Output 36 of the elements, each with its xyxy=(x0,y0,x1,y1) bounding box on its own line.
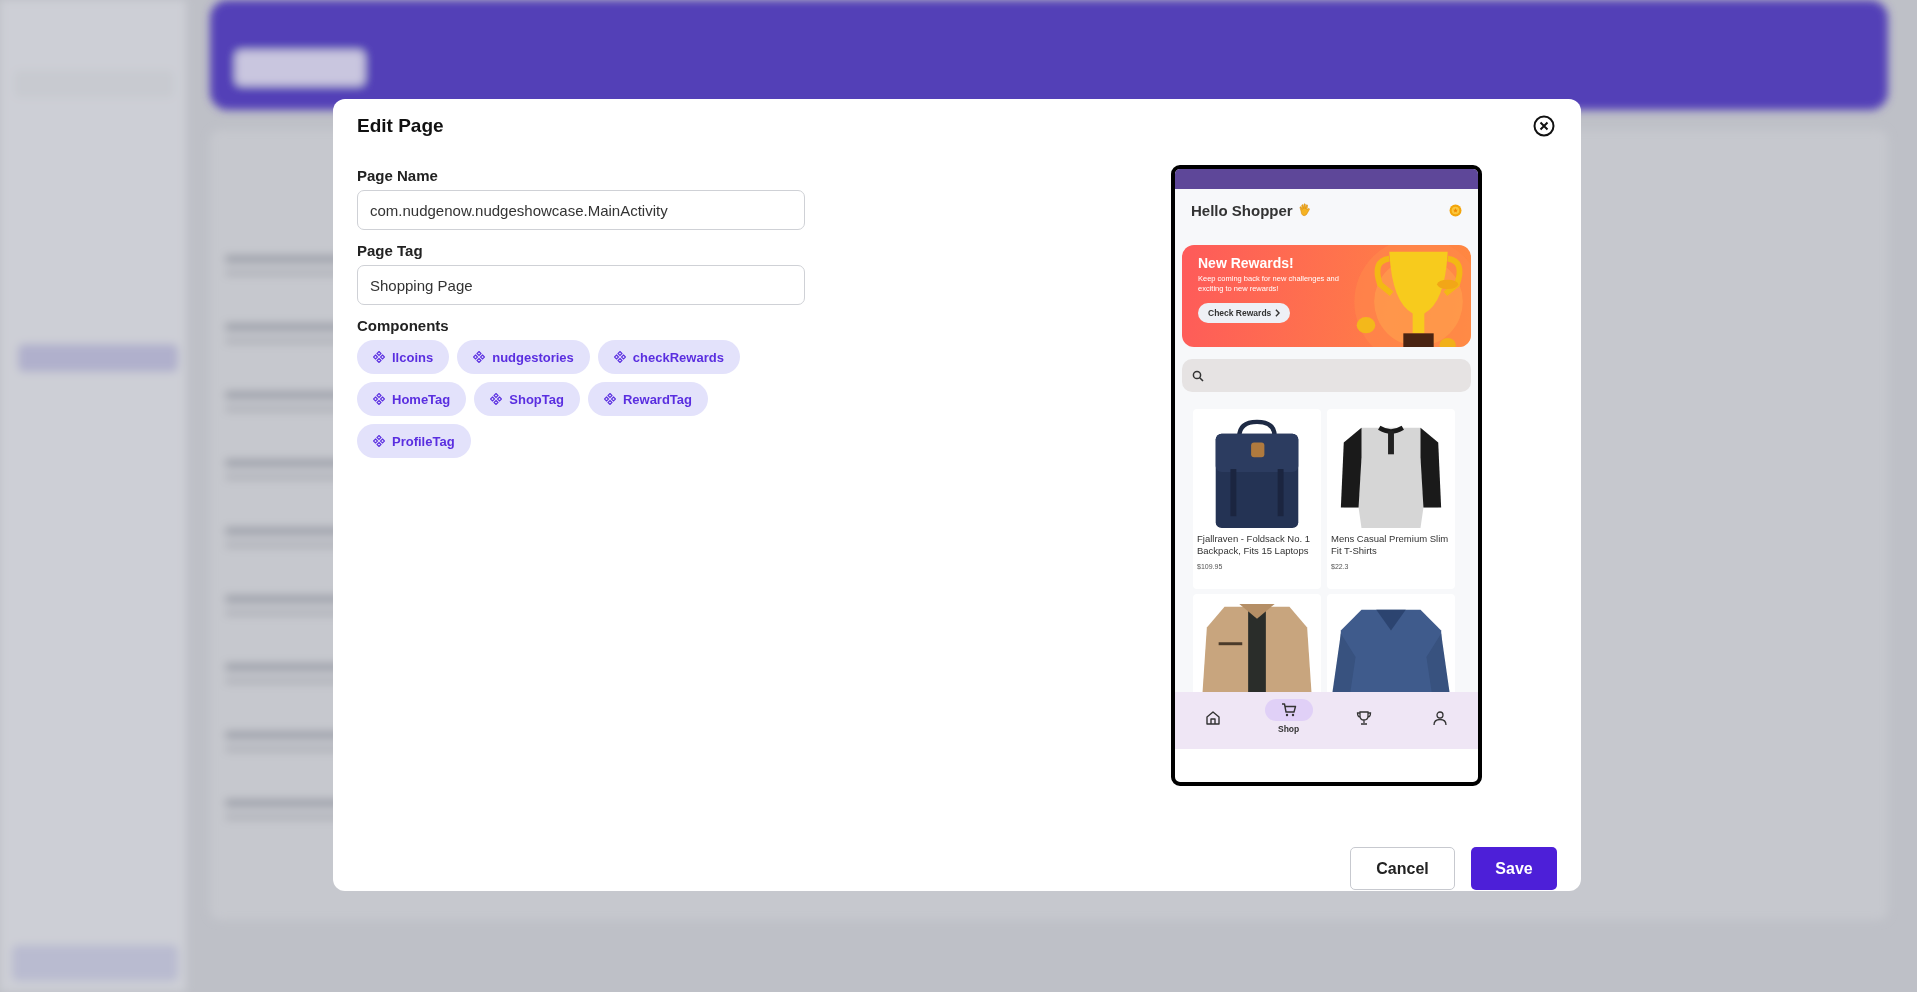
component-chip[interactable]: checkRewards xyxy=(597,340,740,374)
component-icon xyxy=(373,435,385,447)
dialog-title: Edit Page xyxy=(357,115,445,137)
text-field[interactable]: com.nudgenow.nudgeshowcase.MainActivity xyxy=(357,190,805,230)
field-label: Page Tag xyxy=(357,242,424,259)
component-icon xyxy=(603,393,616,405)
component-icon xyxy=(373,351,385,363)
component-chip[interactable]: RewardTag xyxy=(587,382,708,416)
component-icon xyxy=(613,351,626,363)
trophy-icon xyxy=(1356,710,1373,726)
coin-icon xyxy=(1449,203,1462,217)
waving-hand-icon xyxy=(1296,202,1313,218)
product-title: Mens Casual Premium Slim Fit T-Shirts xyxy=(1331,533,1450,557)
close-button[interactable] xyxy=(1532,114,1556,138)
component-chip[interactable]: ShopTag xyxy=(474,382,580,416)
text-field[interactable]: Shopping Page xyxy=(357,265,805,305)
banner-title: New Rewards! xyxy=(1198,255,1295,271)
component-icon xyxy=(473,351,486,363)
component-icon xyxy=(373,393,385,405)
search-icon xyxy=(1192,369,1204,382)
component-chip[interactable]: nudgestories xyxy=(457,340,590,374)
check-rewards-button[interactable]: Check Rewards xyxy=(1198,303,1291,324)
component-chip[interactable]: HomeTag xyxy=(357,382,467,416)
component-chip[interactable]: llcoins xyxy=(357,340,450,374)
person-icon xyxy=(1432,710,1449,726)
components-label: Components xyxy=(357,317,450,334)
field-label: Page Name xyxy=(357,167,439,184)
home-icon xyxy=(1204,710,1221,726)
component-chip[interactable]: ProfileTag xyxy=(357,424,471,458)
cart-icon xyxy=(1280,702,1297,718)
component-icon xyxy=(490,393,503,405)
chevron-right-icon xyxy=(1275,309,1281,318)
product-title: Fjallraven - Foldsack No. 1 Backpack, Fits 15 Laptops xyxy=(1197,533,1311,557)
cancel-button[interactable]: Cancel xyxy=(1350,847,1455,890)
save-button[interactable]: Save xyxy=(1471,847,1557,890)
greeting-text: Hello Shopper xyxy=(1191,201,1293,219)
